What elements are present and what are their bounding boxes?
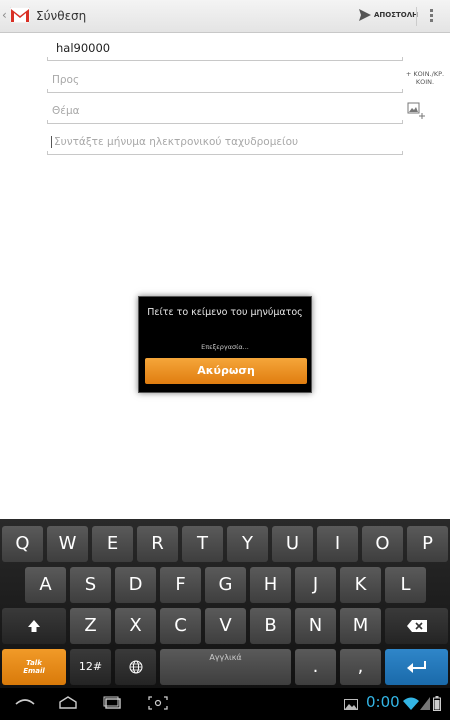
key-m[interactable]: M [340, 608, 381, 644]
wifi-icon [403, 697, 419, 710]
key-a[interactable]: A [25, 567, 66, 603]
shift-key[interactable] [2, 608, 66, 644]
key-j[interactable]: J [295, 567, 336, 603]
key-r[interactable]: R [137, 526, 178, 562]
divider [416, 7, 417, 26]
talk-email-logo-line1: Talk [26, 659, 42, 667]
key-i[interactable]: I [317, 526, 358, 562]
globe-icon [129, 660, 142, 674]
key-t[interactable]: T [182, 526, 223, 562]
nav-back-icon[interactable] [14, 696, 36, 710]
gallery-notification-icon [344, 699, 358, 710]
key-w[interactable]: W [47, 526, 88, 562]
backspace-icon [406, 620, 427, 632]
key-z[interactable]: Z [70, 608, 111, 644]
language-key[interactable] [115, 649, 156, 685]
key-u[interactable]: U [272, 526, 313, 562]
enter-key[interactable] [385, 649, 448, 685]
subject-field[interactable]: Θέμα [47, 104, 403, 124]
shift-icon [28, 620, 40, 632]
attach-image-icon[interactable] [407, 102, 427, 120]
send-icon[interactable] [358, 8, 372, 22]
back-icon[interactable]: ‹ [2, 8, 7, 22]
dialog-status: Επεξεργασία... [201, 343, 249, 351]
from-field[interactable]: hal90000 [47, 41, 403, 61]
dialog-title: Πείτε το κείμενο του μηνύματος [147, 307, 303, 318]
key-y[interactable]: Y [227, 526, 268, 562]
symbols-key[interactable]: 12# [70, 649, 111, 685]
talk-email-logo-line2: Email [23, 667, 45, 675]
key-s[interactable]: S [70, 567, 111, 603]
to-field[interactable]: Προς [47, 73, 403, 93]
talk-to-email-key[interactable]: Talk Email [2, 649, 66, 685]
cc-bcc-button[interactable]: + ΚΟΙΝ./ΚΡ. ΚΟΙΝ. [404, 70, 446, 86]
period-key[interactable]: . [295, 649, 336, 685]
key-h[interactable]: H [250, 567, 291, 603]
key-n[interactable]: N [295, 608, 336, 644]
signal-icon [420, 697, 430, 710]
body-field[interactable]: Συντάξτε μήνυμα ηλεκτρονικού ταχυδρομείο… [47, 135, 403, 155]
overflow-menu-icon[interactable] [430, 9, 434, 23]
soft-keyboard: Q W E R T Y U I O P A S D F G H J K L Z … [0, 519, 450, 688]
to-placeholder: Προς [52, 74, 80, 86]
action-bar: ‹ Σύνθεση ΑΠΟΣΤΟΛΗ [0, 0, 450, 33]
gmail-logo-icon[interactable] [10, 7, 30, 23]
space-key[interactable]: Αγγλικά [160, 649, 291, 685]
enter-icon [406, 661, 426, 673]
system-nav-bar: 0:00 [0, 688, 450, 720]
talk-email-logo: Talk Email [2, 649, 66, 675]
backspace-key[interactable] [385, 608, 448, 644]
voice-input-dialog: Πείτε το κείμενο του μηνύματος Επεξεργασ… [138, 296, 312, 393]
key-q[interactable]: Q [2, 526, 43, 562]
page-title: Σύνθεση [36, 9, 87, 23]
key-c[interactable]: C [160, 608, 201, 644]
key-g[interactable]: G [205, 567, 246, 603]
key-k[interactable]: K [340, 567, 381, 603]
comma-key[interactable]: , [340, 649, 381, 685]
key-o[interactable]: O [362, 526, 403, 562]
cc-bcc-label-line2: ΚΟΙΝ. [415, 78, 435, 86]
key-v[interactable]: V [205, 608, 246, 644]
key-b[interactable]: B [250, 608, 291, 644]
from-account: hal90000 [56, 41, 111, 55]
key-d[interactable]: D [115, 567, 156, 603]
nav-home-icon[interactable] [57, 696, 79, 710]
send-button[interactable]: ΑΠΟΣΤΟΛΗ [374, 11, 418, 19]
battery-icon [433, 696, 441, 711]
key-f[interactable]: F [160, 567, 201, 603]
nav-screenshot-icon[interactable] [148, 696, 168, 710]
key-x[interactable]: X [115, 608, 156, 644]
key-l[interactable]: L [385, 567, 426, 603]
body-placeholder: Συντάξτε μήνυμα ηλεκτρονικού ταχυδρομείο… [51, 136, 299, 148]
status-clock: 0:00 [366, 693, 400, 711]
space-language-label: Αγγλικά [209, 653, 242, 662]
nav-recents-icon[interactable] [102, 696, 124, 710]
key-e[interactable]: E [92, 526, 133, 562]
key-p[interactable]: P [407, 526, 448, 562]
subject-placeholder: Θέμα [52, 105, 80, 117]
cancel-button[interactable]: Ακύρωση [145, 358, 307, 384]
cc-bcc-label-line1: + ΚΟΙΝ./ΚΡ. [405, 70, 445, 78]
